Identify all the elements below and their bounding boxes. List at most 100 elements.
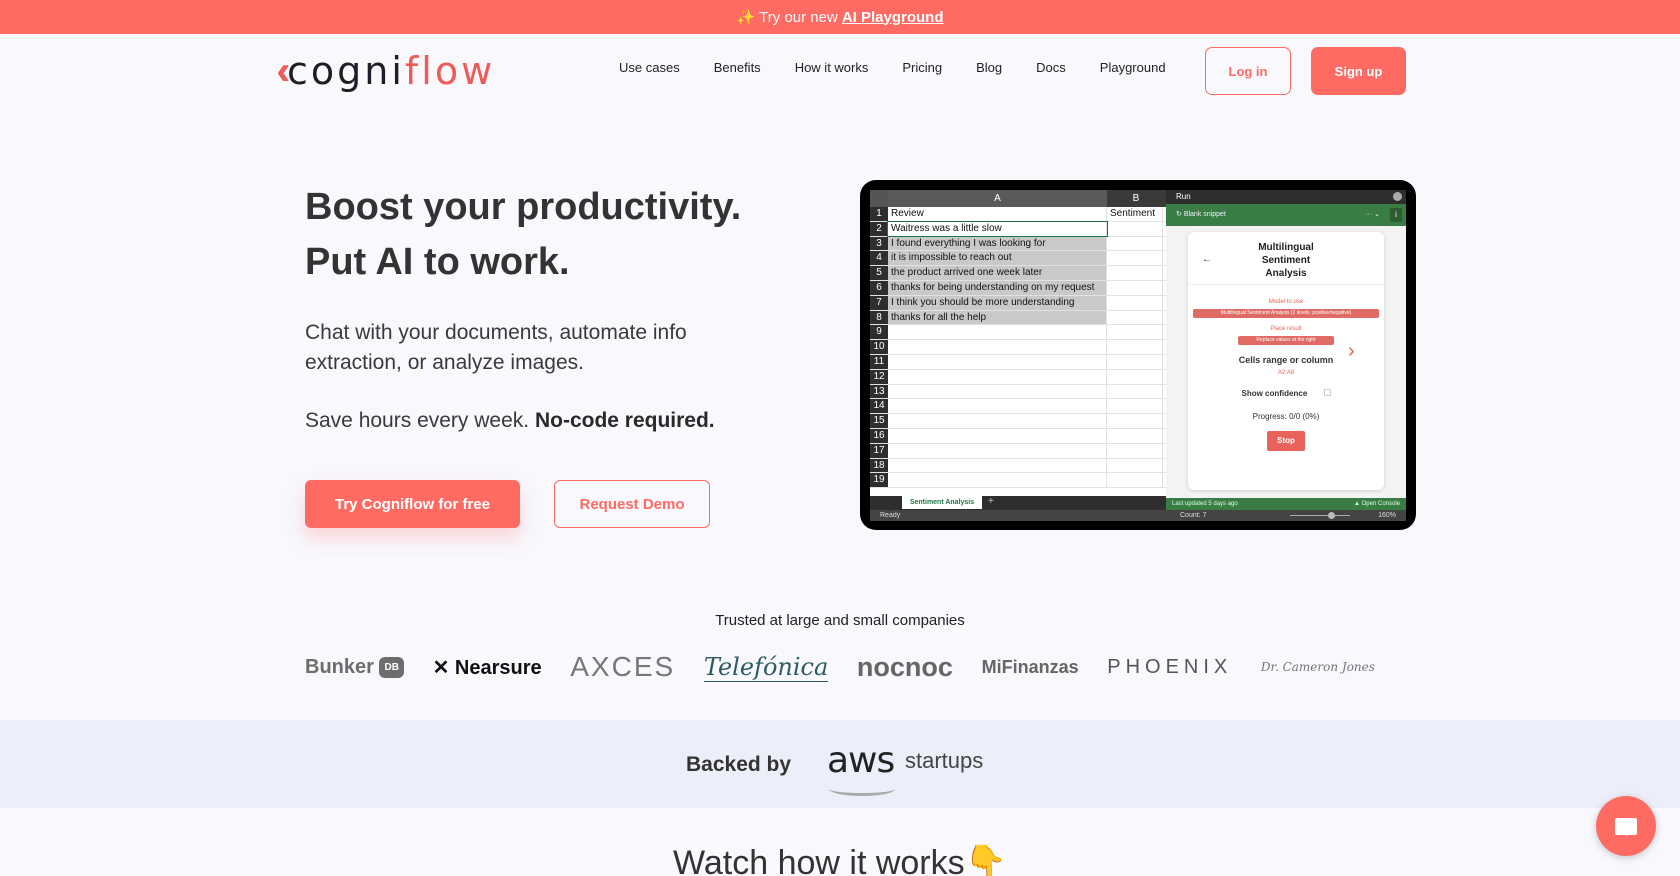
nav-pricing[interactable]: Pricing bbox=[902, 60, 942, 75]
row-number: 18 bbox=[870, 458, 888, 473]
row-number: 17 bbox=[870, 443, 888, 458]
sheet-tabs: Sentiment Analysis + bbox=[870, 496, 1166, 510]
chat-bubble-icon bbox=[1615, 817, 1637, 836]
cell-b bbox=[1107, 443, 1163, 458]
cell-a: thanks for all the help bbox=[888, 310, 1107, 325]
addin-pane: Run ↻ Blank snippet ··· ⌄ i ← Multilingu… bbox=[1166, 190, 1406, 510]
cell-a: thanks for being understanding on my req… bbox=[888, 280, 1107, 295]
startups-text: startups bbox=[905, 748, 984, 773]
logo-text-a: cogni bbox=[287, 49, 405, 93]
card-title: Multilingual Sentiment Analysis bbox=[1258, 242, 1314, 279]
row-number: 14 bbox=[870, 399, 888, 414]
nearsure-logo: ✕ Nearsure bbox=[432, 656, 542, 679]
cell-a bbox=[888, 369, 1107, 384]
nav-use-cases[interactable]: Use cases bbox=[619, 60, 680, 75]
backed-by-label: Backed by bbox=[686, 753, 792, 776]
hero-title-line2: Put AI to work. bbox=[305, 241, 570, 283]
add-sheet-icon: + bbox=[988, 496, 994, 507]
row-number: 12 bbox=[870, 369, 888, 384]
cell-b bbox=[1107, 340, 1163, 354]
row-number: 16 bbox=[870, 428, 888, 443]
row-number: 15 bbox=[870, 414, 888, 428]
ai-playground-link[interactable]: AI Playground bbox=[842, 9, 944, 26]
nav-benefits[interactable]: Benefits bbox=[714, 60, 761, 75]
cell-b bbox=[1107, 428, 1163, 443]
nav-how-it-works[interactable]: How it works bbox=[795, 60, 869, 75]
nav-playground[interactable]: Playground bbox=[1100, 60, 1166, 75]
nav-links: Use cases Benefits How it works Pricing … bbox=[619, 60, 1200, 75]
promo-text: Try our new bbox=[759, 8, 838, 26]
cell-a: I found everything I was looking for bbox=[888, 236, 1107, 251]
table-row: 2 Waitress was a little slow bbox=[870, 220, 1166, 237]
table-row: 11 bbox=[870, 354, 1166, 370]
cogniflow-logo[interactable]: ‹‹ cogniflow bbox=[277, 49, 496, 93]
sparkles-icon: ✨ bbox=[736, 9, 756, 26]
sheet-rows: 1 Review Sentiment 2 Waitress was a little s… bbox=[870, 207, 1166, 489]
pointing-down-icon: 👇 bbox=[964, 844, 1007, 876]
table-row: 18 bbox=[870, 458, 1166, 474]
status-ready: Ready bbox=[880, 512, 901, 519]
bunker-db-logo: Bunker DB bbox=[305, 656, 404, 679]
table-row: 5 the product arrived one week later bbox=[870, 266, 1166, 281]
cell-b bbox=[1107, 414, 1163, 428]
pane-footer: Last updated 5 days ago ▲ Open Console bbox=[1166, 498, 1406, 510]
cell-b bbox=[1107, 325, 1163, 340]
table-row: 6 thanks for being understanding on my re… bbox=[870, 280, 1166, 296]
nav-docs[interactable]: Docs bbox=[1036, 60, 1066, 75]
sheet-tab-sentiment: Sentiment Analysis bbox=[902, 496, 982, 509]
promo-banner: ✨ Try our new AI Playground bbox=[0, 0, 1680, 34]
show-confidence-label: Show confidence bbox=[1241, 389, 1308, 398]
logo-text-b: flow bbox=[404, 49, 496, 93]
product-screenshot: A B 1 Review Sentiment 2 Waitress was a litt… bbox=[860, 180, 1416, 530]
progress-text: Progress: 0/0 (0%) bbox=[1252, 412, 1320, 421]
status-count: Count: 7 bbox=[1180, 512, 1207, 519]
aws-smile-icon bbox=[829, 782, 895, 796]
row-number: 11 bbox=[870, 354, 888, 369]
request-demo-button[interactable]: Request Demo bbox=[554, 480, 710, 528]
watch-heading: Watch how it works👇 bbox=[0, 843, 1680, 876]
table-row: 4 it is impossible to reach out bbox=[870, 251, 1166, 267]
chat-widget-button[interactable] bbox=[1596, 796, 1656, 856]
cell-b bbox=[1107, 310, 1163, 325]
place-label: Place result bbox=[1270, 326, 1302, 332]
cell-a bbox=[888, 354, 1107, 369]
try-free-button[interactable]: Try Cogniflow for free bbox=[305, 480, 520, 528]
nocnoc-logo: nocnoc bbox=[856, 651, 953, 682]
cell-a bbox=[888, 443, 1107, 458]
row-number: 5 bbox=[870, 266, 888, 280]
phoenix-logo: PHOENIX bbox=[1107, 655, 1233, 678]
row-number: 7 bbox=[870, 295, 888, 310]
watch-text: Watch how it works bbox=[673, 844, 965, 876]
excel-status-bar: Ready Count: 7 160% bbox=[870, 510, 1406, 521]
cell-a: Waitress was a little slow bbox=[887, 220, 1108, 237]
spreadsheet: A B 1 Review Sentiment 2 Waitress was a litt… bbox=[870, 190, 1166, 496]
cell-a bbox=[888, 458, 1107, 473]
client-logos: Bunker DB ✕ Nearsure AXCES Telefónica no… bbox=[305, 650, 1375, 684]
pane-run-header: Run bbox=[1166, 190, 1406, 204]
hero-title-line1: Boost your productivity. bbox=[305, 186, 742, 228]
zoom-slider-knob bbox=[1328, 512, 1335, 519]
login-button[interactable]: Log in bbox=[1205, 47, 1291, 95]
select-all-corner bbox=[870, 190, 888, 207]
nav-blog[interactable]: Blog bbox=[976, 60, 1002, 75]
cell-b bbox=[1107, 251, 1163, 266]
mifinanzas-logo: MiFinanzas bbox=[981, 656, 1079, 677]
model-label: Model to use bbox=[1268, 299, 1304, 305]
zoom-level: 160% bbox=[1378, 512, 1396, 519]
cell-b bbox=[1107, 354, 1163, 369]
table-row: 14 bbox=[870, 399, 1166, 415]
row-number: 9 bbox=[870, 325, 888, 340]
cell-b: Sentiment bbox=[1107, 207, 1163, 221]
table-row: 16 bbox=[870, 428, 1166, 444]
row-number: 13 bbox=[870, 384, 888, 399]
cell-b bbox=[1107, 369, 1163, 384]
tagline-text: Save hours every week. bbox=[305, 409, 530, 432]
dr-cameron-jones-logo: Dr. Cameron Jones bbox=[1260, 660, 1375, 674]
last-updated: Last updated 5 days ago bbox=[1172, 501, 1238, 507]
signup-button[interactable]: Sign up bbox=[1311, 47, 1406, 95]
cell-a bbox=[888, 384, 1107, 399]
cell-b bbox=[1107, 266, 1163, 280]
cell-a bbox=[888, 428, 1107, 443]
table-row: 15 bbox=[870, 414, 1166, 429]
place-select: Replace values at the right bbox=[1238, 336, 1334, 345]
